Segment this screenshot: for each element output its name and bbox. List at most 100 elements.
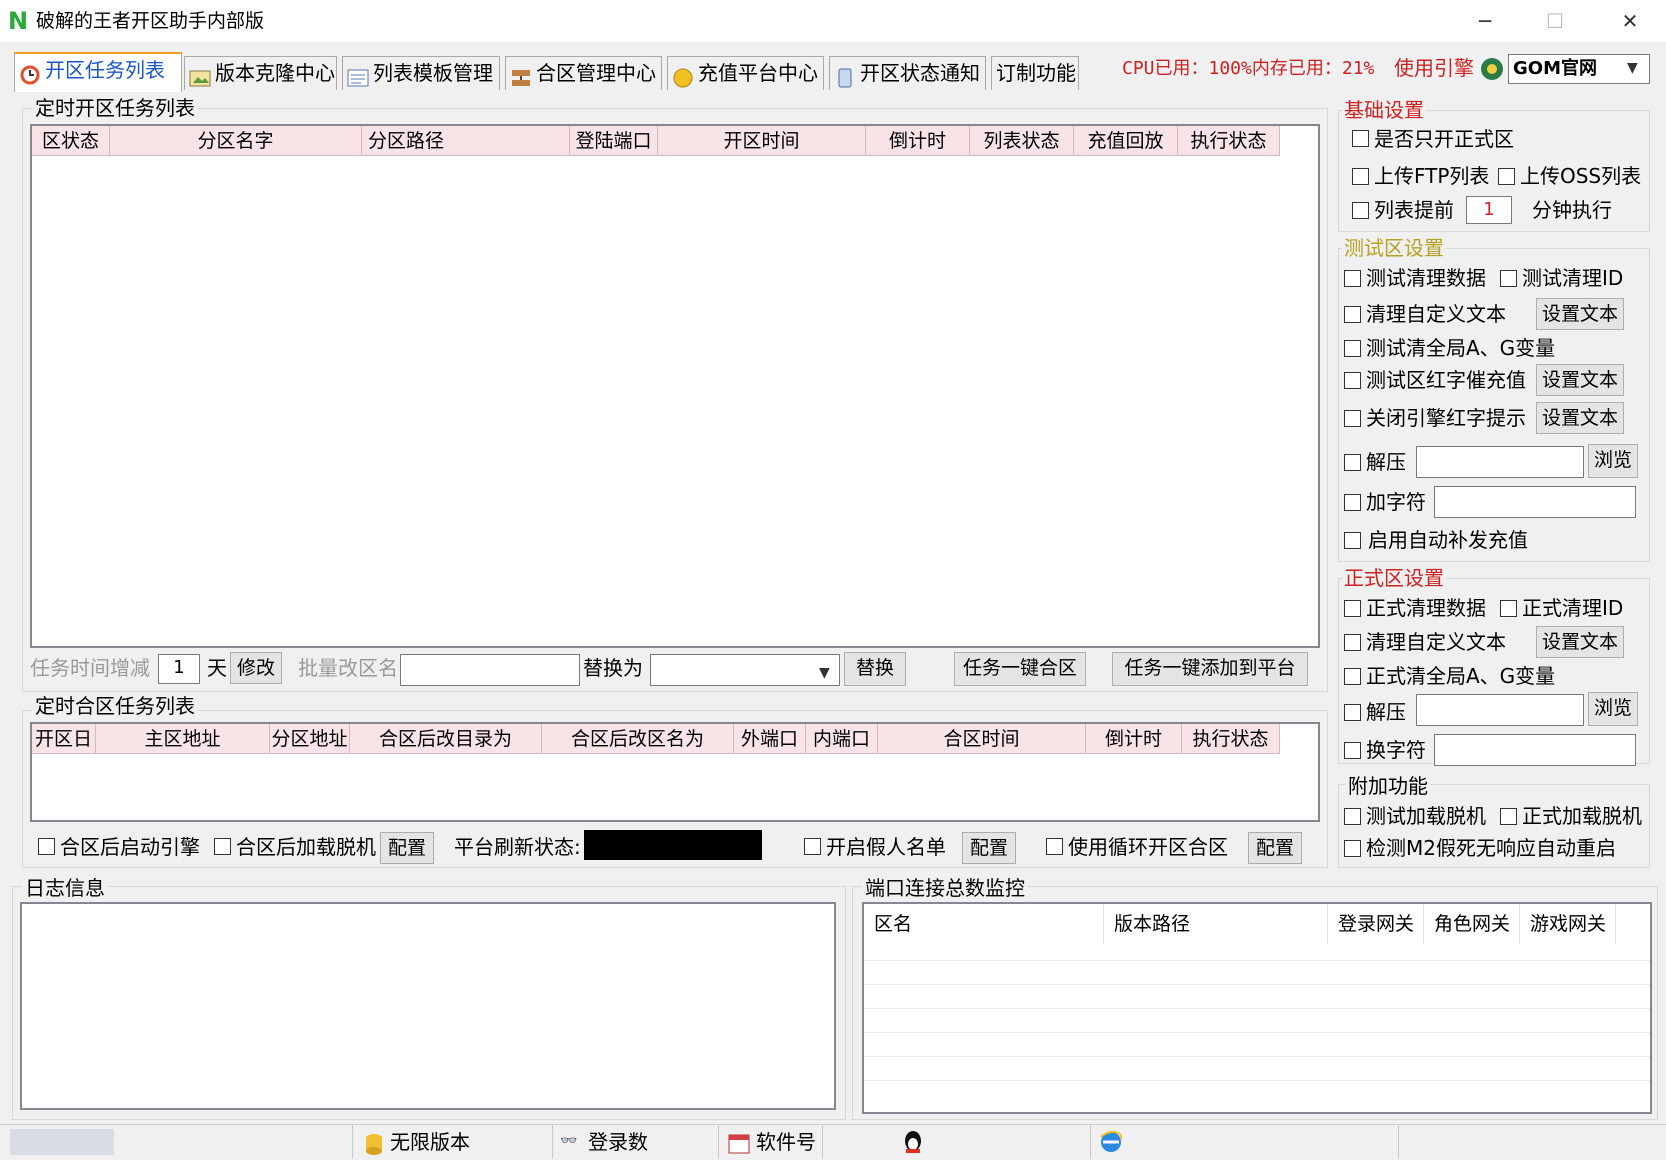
tab-status-notify[interactable]: 开区状态通知 — [829, 56, 986, 90]
official-replace-char-checkbox[interactable] — [1344, 742, 1361, 759]
start-engine-after-merge-checkbox[interactable] — [38, 838, 55, 855]
test-red-recharge-checkbox[interactable] — [1344, 372, 1361, 389]
official-unzip-checkbox[interactable] — [1344, 704, 1361, 721]
upload-ftp-checkbox[interactable] — [1352, 168, 1369, 185]
qq-icon[interactable] — [900, 1129, 926, 1155]
col-merge-time[interactable]: 合区时间 — [878, 724, 1086, 754]
fake-list-config-button[interactable]: 配置 — [962, 832, 1016, 864]
auto-recharge-checkbox[interactable] — [1344, 532, 1361, 549]
status-divider — [822, 1125, 823, 1159]
official-clear-id-checkbox[interactable] — [1500, 600, 1517, 617]
close-red-tips-checkbox[interactable] — [1344, 410, 1361, 427]
tab-version-clone[interactable]: 版本克隆中心 — [184, 56, 337, 90]
col-list-status[interactable]: 列表状态 — [970, 126, 1074, 156]
col-game-gateway[interactable]: 游戏网关 — [1520, 904, 1616, 944]
engine-logo-icon — [1479, 56, 1505, 82]
only-official-checkbox[interactable] — [1352, 130, 1369, 147]
engine-select-value: GOM官网 — [1513, 58, 1597, 79]
batch-rename-input[interactable] — [400, 654, 580, 686]
open-tasks-table[interactable]: 区状态 分区名字 分区路径 登陆端口 开区时间 倒计时 列表状态 充值回放 执行… — [30, 124, 1320, 648]
test-set-text-button-3[interactable]: 设置文本 — [1536, 402, 1624, 434]
col-exec-status[interactable]: 执行状态 — [1182, 724, 1280, 754]
official-set-text-button[interactable]: 设置文本 — [1536, 626, 1624, 658]
test-set-text-button-2[interactable]: 设置文本 — [1536, 364, 1624, 396]
col-merged-dir[interactable]: 合区后改目录为 — [350, 724, 542, 754]
col-inner-port[interactable]: 内端口 — [806, 724, 878, 754]
minimize-button[interactable]: ─ — [1460, 6, 1510, 36]
official-browse-button[interactable]: 浏览 — [1588, 692, 1638, 726]
replace-button[interactable]: 替换 — [844, 652, 906, 686]
loop-merge-checkbox[interactable] — [1046, 838, 1063, 855]
merge-config-button[interactable]: 配置 — [380, 832, 434, 864]
status-divider — [552, 1125, 553, 1159]
col-sub-address[interactable]: 分区地址 — [270, 724, 350, 754]
test-clear-custom-checkbox[interactable] — [1344, 306, 1361, 323]
test-clear-id-checkbox[interactable] — [1500, 270, 1517, 287]
official-load-offline-checkbox[interactable] — [1500, 808, 1517, 825]
engine-select[interactable]: GOM官网 ▼ — [1508, 54, 1650, 84]
merge-tasks-table[interactable]: 开区日 主区地址 分区地址 合区后改目录为 合区后改区名为 外端口 内端口 合区… — [30, 722, 1320, 822]
test-load-offline-checkbox[interactable] — [1344, 808, 1361, 825]
modify-button[interactable]: 修改 — [230, 652, 282, 684]
list-advance-checkbox[interactable] — [1352, 202, 1369, 219]
test-add-char-input[interactable] — [1434, 486, 1636, 518]
detect-m2-checkbox[interactable] — [1344, 840, 1361, 857]
add-to-platform-button[interactable]: 任务一键添加到平台 — [1112, 652, 1308, 686]
col-main-address[interactable]: 主区地址 — [96, 724, 270, 754]
test-unzip-path-input[interactable] — [1416, 446, 1584, 478]
test-clear-global-checkbox[interactable] — [1344, 340, 1361, 357]
col-recharge-replay[interactable]: 充值回放 — [1074, 126, 1178, 156]
col-login-gateway[interactable]: 登录网关 — [1328, 904, 1424, 944]
upload-oss-checkbox[interactable] — [1498, 168, 1515, 185]
col-zone-path[interactable]: 分区路径 — [362, 126, 570, 156]
browser-icon[interactable] — [1098, 1129, 1124, 1155]
test-unzip-checkbox[interactable] — [1344, 454, 1361, 471]
col-outer-port[interactable]: 外端口 — [734, 724, 806, 754]
col-zone-name[interactable]: 分区名字 — [110, 126, 362, 156]
engine-label: 使用引擎 — [1394, 56, 1474, 80]
official-replace-char-input[interactable] — [1434, 734, 1636, 766]
col-zone-name[interactable]: 区名 — [864, 904, 1104, 944]
database-icon — [364, 1133, 384, 1155]
col-role-gateway[interactable]: 角色网关 — [1424, 904, 1520, 944]
col-zone-status[interactable]: 区状态 — [32, 126, 110, 156]
tab-open-tasks[interactable]: 开区任务列表 — [14, 52, 182, 92]
glasses-icon: 👓 — [560, 1133, 578, 1149]
loop-merge-config-button[interactable]: 配置 — [1248, 832, 1302, 864]
title-bar: N 破解的王者开区助手内部版 ─ ☐ ✕ — [0, 0, 1666, 42]
col-countdown[interactable]: 倒计时 — [866, 126, 970, 156]
official-unzip-path-input[interactable] — [1416, 694, 1584, 726]
port-monitor-table[interactable]: 区名 版本路径 登录网关 角色网关 游戏网关 — [862, 902, 1652, 1114]
close-button[interactable]: ✕ — [1605, 6, 1655, 36]
time-adjust-input[interactable]: 1 — [158, 654, 200, 684]
test-browse-button[interactable]: 浏览 — [1588, 444, 1638, 478]
test-set-text-button[interactable]: 设置文本 — [1536, 298, 1624, 330]
test-add-char-checkbox[interactable] — [1344, 494, 1361, 511]
fake-list-checkbox[interactable] — [804, 838, 821, 855]
col-countdown[interactable]: 倒计时 — [1086, 724, 1182, 754]
official-clear-id-label: 正式清理ID — [1522, 596, 1624, 620]
test-clear-data-checkbox[interactable] — [1344, 270, 1361, 287]
col-open-time[interactable]: 开区时间 — [658, 126, 866, 156]
col-open-day[interactable]: 开区日 — [32, 724, 96, 754]
tab-recharge-center[interactable]: 充值平台中心 — [667, 56, 824, 90]
tab-list-template[interactable]: 列表模板管理 — [342, 56, 500, 90]
col-version-path[interactable]: 版本路径 — [1104, 904, 1328, 944]
image-icon — [189, 65, 211, 86]
official-clear-custom-checkbox[interactable] — [1344, 634, 1361, 651]
test-clear-id-label: 测试清理ID — [1522, 266, 1624, 290]
col-exec-status[interactable]: 执行状态 — [1178, 126, 1280, 156]
load-offline-after-merge-checkbox[interactable] — [214, 838, 231, 855]
platform-refresh-indicator — [584, 830, 762, 860]
col-login-port[interactable]: 登陆端口 — [570, 126, 658, 156]
col-merged-name[interactable]: 合区后改区名为 — [542, 724, 734, 754]
log-textarea[interactable] — [20, 902, 836, 1110]
advance-minutes-input[interactable]: 1 — [1466, 196, 1512, 224]
replace-with-select[interactable]: ▼ — [650, 654, 840, 686]
tab-merge-center[interactable]: 合区管理中心 — [505, 56, 662, 90]
maximize-button[interactable]: ☐ — [1530, 6, 1580, 36]
merge-all-button[interactable]: 任务一键合区 — [954, 652, 1086, 686]
official-clear-global-checkbox[interactable] — [1344, 668, 1361, 685]
official-clear-data-checkbox[interactable] — [1344, 600, 1361, 617]
tab-custom-features[interactable]: 订制功能 — [991, 56, 1079, 90]
